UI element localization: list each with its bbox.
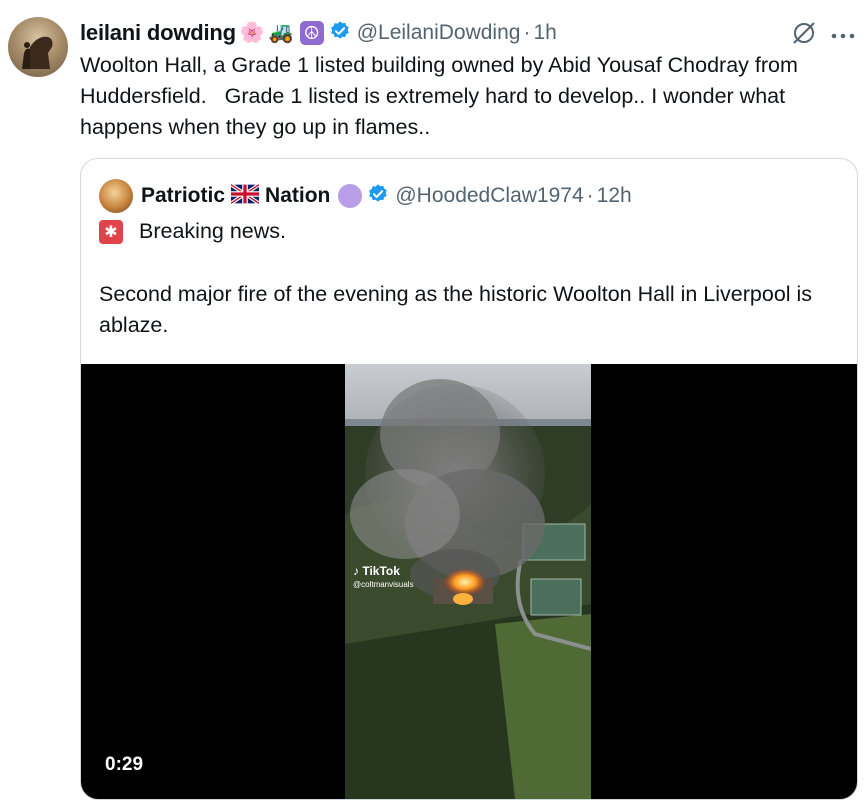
- quoted-handle[interactable]: @HoodedClaw1974: [395, 184, 583, 208]
- video-frame: ♪ TikTok @coltmanvisuals: [345, 364, 591, 799]
- siren-icon: ✱: [99, 219, 123, 244]
- quoted-author-name-part1[interactable]: Patriotic: [141, 184, 225, 208]
- uk-flag-icon: [229, 182, 261, 209]
- quoted-line1: ✱ Breaking news.: [99, 219, 286, 244]
- purple-circle-icon: [338, 184, 363, 208]
- author-handle[interactable]: @LeilaniDowding: [357, 21, 521, 45]
- tiktok-label: TikTok: [362, 564, 400, 578]
- flower-emoji: 🌸: [239, 22, 265, 44]
- grok-icon[interactable]: [791, 20, 817, 51]
- author-name[interactable]: leilani dowding: [80, 20, 236, 46]
- quoted-line2: Second major fire of the evening as the …: [99, 282, 813, 337]
- tweet-actions: [791, 20, 855, 51]
- tiktok-watermark: ♪ TikTok @coltmanvisuals: [353, 564, 414, 589]
- quoted-verified-badge-icon: [367, 183, 389, 210]
- horse-photo-icon: [22, 36, 53, 69]
- tiktok-logo-icon: ♪: [353, 564, 359, 578]
- author-avatar[interactable]: [8, 17, 68, 77]
- tweet-time[interactable]: 1h: [533, 21, 556, 45]
- quoted-author-name-part2[interactable]: Nation: [265, 184, 330, 208]
- peace-icon: ☮: [299, 21, 324, 45]
- verified-badge-icon: [329, 20, 351, 47]
- tiktok-handle: @coltmanvisuals: [353, 580, 414, 589]
- quoted-time[interactable]: 12h: [597, 184, 632, 208]
- video-duration: 0:29: [105, 754, 144, 775]
- quoted-header: Patriotic Nation @HoodedClaw1974 · 12h: [99, 179, 632, 213]
- tweet-text: Woolton Hall, a Grade 1 listed building …: [80, 53, 804, 139]
- video-player[interactable]: ♪ TikTok @coltmanvisuals 0:29: [81, 364, 857, 799]
- separator-dot: ·: [523, 21, 531, 44]
- tweet-header: leilani dowding 🌸 🚜 ☮ @LeilaniDowding · …: [80, 18, 557, 48]
- more-icon[interactable]: [831, 27, 855, 45]
- breaking-news-text: Breaking news.: [139, 219, 286, 243]
- quoted-avatar[interactable]: [99, 179, 133, 213]
- quoted-tweet[interactable]: Patriotic Nation @HoodedClaw1974 · 12h ✱…: [80, 158, 858, 800]
- tractor-emoji: 🚜: [268, 22, 294, 44]
- quoted-separator-dot: ·: [586, 184, 594, 207]
